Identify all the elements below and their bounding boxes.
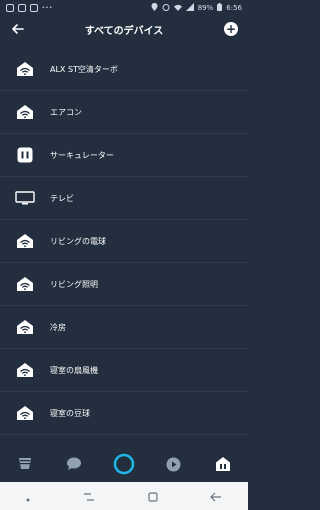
add-device-button[interactable]: + bbox=[224, 22, 238, 36]
device-row[interactable]: 寝室の扇風機 bbox=[0, 349, 248, 392]
home-nav-button[interactable] bbox=[13, 452, 37, 476]
device-row[interactable]: リビングの電球 bbox=[0, 220, 248, 263]
recent-apps-button[interactable] bbox=[82, 487, 96, 506]
system-nav-bar bbox=[0, 482, 248, 510]
device-name: 冷房 bbox=[50, 322, 66, 332]
wifi-status-icon bbox=[173, 4, 182, 13]
devices-icon bbox=[216, 457, 231, 471]
back-button[interactable] bbox=[10, 21, 26, 37]
chat-icon bbox=[67, 457, 82, 470]
play-icon bbox=[166, 457, 181, 471]
bottom-nav bbox=[0, 448, 248, 480]
tv-icon bbox=[14, 187, 36, 209]
device-name: サーキュレーター bbox=[50, 150, 114, 160]
alarm-icon bbox=[162, 3, 170, 13]
device-row[interactable]: リビング照明 bbox=[0, 263, 248, 306]
home-square-icon bbox=[148, 491, 158, 502]
status-right: 89% 6:56 bbox=[151, 3, 242, 13]
device-name: リビングの電球 bbox=[50, 236, 106, 246]
device-row[interactable]: サーキュレーター bbox=[0, 134, 248, 177]
notification-icon bbox=[18, 4, 26, 12]
home-icon bbox=[18, 458, 31, 469]
device-name: テレビ bbox=[50, 193, 74, 203]
home-button[interactable] bbox=[148, 487, 158, 506]
back-icon bbox=[210, 492, 221, 501]
page-title: すべてのデバイス bbox=[84, 25, 164, 37]
dot-icon bbox=[26, 487, 30, 506]
play-nav-button[interactable] bbox=[162, 452, 186, 476]
wifi-home-icon bbox=[14, 402, 36, 424]
alexa-icon bbox=[113, 453, 135, 475]
plus-icon: + bbox=[225, 22, 237, 36]
alexa-button[interactable] bbox=[112, 452, 136, 476]
battery-percent: 89% bbox=[197, 4, 214, 12]
device-row[interactable]: 寝室の豆球 bbox=[0, 392, 248, 435]
wifi-home-icon bbox=[14, 101, 36, 123]
status-bar: ··· 89% 6:56 bbox=[0, 0, 248, 16]
wifi-home-icon bbox=[14, 316, 36, 338]
device-name: 寝室の豆球 bbox=[50, 408, 90, 418]
device-name: リビング照明 bbox=[50, 279, 98, 289]
device-name: エアコン bbox=[50, 107, 82, 117]
recent-apps-icon bbox=[84, 492, 94, 501]
location-icon bbox=[151, 3, 158, 13]
device-name: ALX ST空清ターボ bbox=[50, 64, 118, 74]
notification-icon bbox=[30, 4, 38, 12]
status-left: ··· bbox=[6, 4, 53, 12]
device-row[interactable]: テレビ bbox=[0, 177, 248, 220]
chat-nav-button[interactable] bbox=[62, 452, 86, 476]
plug-icon bbox=[14, 144, 36, 166]
device-list: ALX ST空清ターボ エアコン サーキュレーター テレビ リビングの電球 リビ… bbox=[0, 48, 248, 435]
back-arrow-icon bbox=[12, 24, 24, 34]
device-name: 寝室の扇風機 bbox=[50, 365, 98, 375]
signal-icon bbox=[185, 3, 194, 13]
device-row[interactable]: ALX ST空清ターボ bbox=[0, 48, 248, 91]
wifi-home-icon bbox=[14, 273, 36, 295]
wifi-home-icon bbox=[14, 58, 36, 80]
devices-nav-button[interactable] bbox=[211, 452, 235, 476]
battery-icon bbox=[217, 3, 223, 13]
toolbar: すべてのデバイス + bbox=[0, 16, 248, 42]
device-row[interactable]: エアコン bbox=[0, 91, 248, 134]
system-back-button[interactable] bbox=[210, 487, 222, 506]
device-row[interactable]: 冷房 bbox=[0, 306, 248, 349]
more-notifications-icon: ··· bbox=[42, 4, 53, 12]
wifi-home-icon bbox=[14, 230, 36, 252]
notification-icon bbox=[6, 4, 14, 12]
wifi-home-icon bbox=[14, 359, 36, 381]
clock: 6:56 bbox=[226, 4, 242, 12]
